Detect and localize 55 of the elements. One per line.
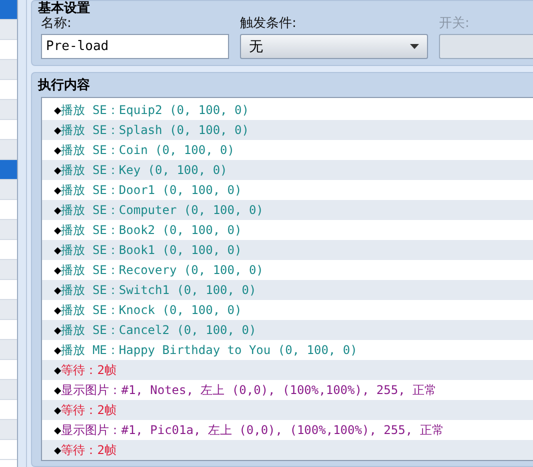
diamond-marker: ◆ xyxy=(54,363,62,377)
diamond-marker: ◆ xyxy=(54,163,62,177)
command-text: 播放 SE：Coin (0, 100, 0) xyxy=(61,142,235,158)
command-text: 等待：2帧 xyxy=(61,402,116,418)
diamond-marker: ◆ xyxy=(54,243,62,257)
diamond-marker: ◆ xyxy=(54,343,62,357)
command-row[interactable]: ◆等待：2帧 xyxy=(42,440,533,460)
field-label: 名称: xyxy=(41,16,72,32)
command-text: 等待：2帧 xyxy=(61,442,116,458)
command-text: 播放 SE：Book2 (0, 100, 0) xyxy=(61,222,242,238)
diamond-marker: ◆ xyxy=(54,263,62,277)
command-text: 播放 SE：Splash (0, 100, 0) xyxy=(61,122,249,138)
command-row[interactable]: ◆播放 SE：Computer (0, 100, 0) xyxy=(42,200,533,220)
command-text: 播放 SE：Recovery (0, 100, 0) xyxy=(61,262,264,278)
diamond-marker: ◆ xyxy=(54,443,62,457)
section-title: 执行内容 xyxy=(36,77,91,95)
command-text: 播放 SE：Switch1 (0, 100, 0) xyxy=(61,282,256,298)
diamond-marker: ◆ xyxy=(54,143,62,157)
diamond-marker: ◆ xyxy=(54,303,62,317)
diamond-marker: ◆ xyxy=(54,423,62,437)
diamond-marker: ◆ xyxy=(54,103,62,117)
command-row[interactable]: ◆播放 SE：Book1 (0, 100, 0) xyxy=(42,240,533,260)
command-row[interactable]: ◆播放 SE：Key (0, 100, 0) xyxy=(42,160,533,180)
command-text: 显示图片：#1, Pic01a, 左上 (0,0), (100%,100%), 255, 正常 xyxy=(61,422,444,438)
command-text: 播放 SE：Cancel2 (0, 100, 0) xyxy=(61,322,256,338)
command-text: 播放 SE：Equip2 (0, 100, 0) xyxy=(61,102,249,118)
command-text: 播放 ME：Happy Birthday to You (0, 100, 0) xyxy=(61,342,358,358)
diamond-marker: ◆ xyxy=(54,203,62,217)
sidebar-item[interactable] xyxy=(0,0,17,20)
field-label: 触发条件: xyxy=(240,16,298,32)
command-row[interactable]: ◆播放 SE：Switch1 (0, 100, 0) xyxy=(42,280,533,300)
command-row[interactable]: ◆播放 SE：Splash (0, 100, 0) xyxy=(42,120,533,140)
command-text: 显示图片：#1, Notes, 左上 (0,0), (100%,100%), 255, 正常 xyxy=(61,382,437,398)
diamond-marker: ◆ xyxy=(54,323,62,337)
diamond-marker: ◆ xyxy=(54,383,62,397)
command-text: 播放 SE：Book1 (0, 100, 0) xyxy=(61,242,242,258)
command-text: 播放 SE：Knock (0, 100, 0) xyxy=(61,302,242,318)
diamond-marker: ◆ xyxy=(54,403,62,417)
command-row[interactable]: ◆等待：2帧 xyxy=(42,360,533,380)
command-text: 播放 SE：Computer (0, 100, 0) xyxy=(61,202,264,218)
section-title: 基本设置 xyxy=(37,1,91,16)
diamond-marker: ◆ xyxy=(54,223,62,237)
command-row[interactable]: ◆等待：2帧 xyxy=(42,400,533,420)
diamond-marker: ◆ xyxy=(54,123,62,137)
diamond-marker: ◆ xyxy=(54,283,62,297)
sidebar-item[interactable] xyxy=(0,160,17,180)
field-label: 开关: xyxy=(439,16,470,32)
name-field[interactable]: Pre-load xyxy=(41,34,229,59)
caret-icon xyxy=(410,44,419,49)
trigger-dropdown[interactable]: 无 xyxy=(240,34,428,59)
command-row[interactable]: ◆播放 SE：Cancel2 (0, 100, 0) xyxy=(42,320,533,340)
command-text: 播放 SE：Door1 (0, 100, 0) xyxy=(61,182,242,198)
command-text: 等待：2帧 xyxy=(61,362,116,378)
command-text: 播放 SE：Key (0, 100, 0) xyxy=(61,162,228,178)
diamond-marker: ◆ xyxy=(54,183,62,197)
